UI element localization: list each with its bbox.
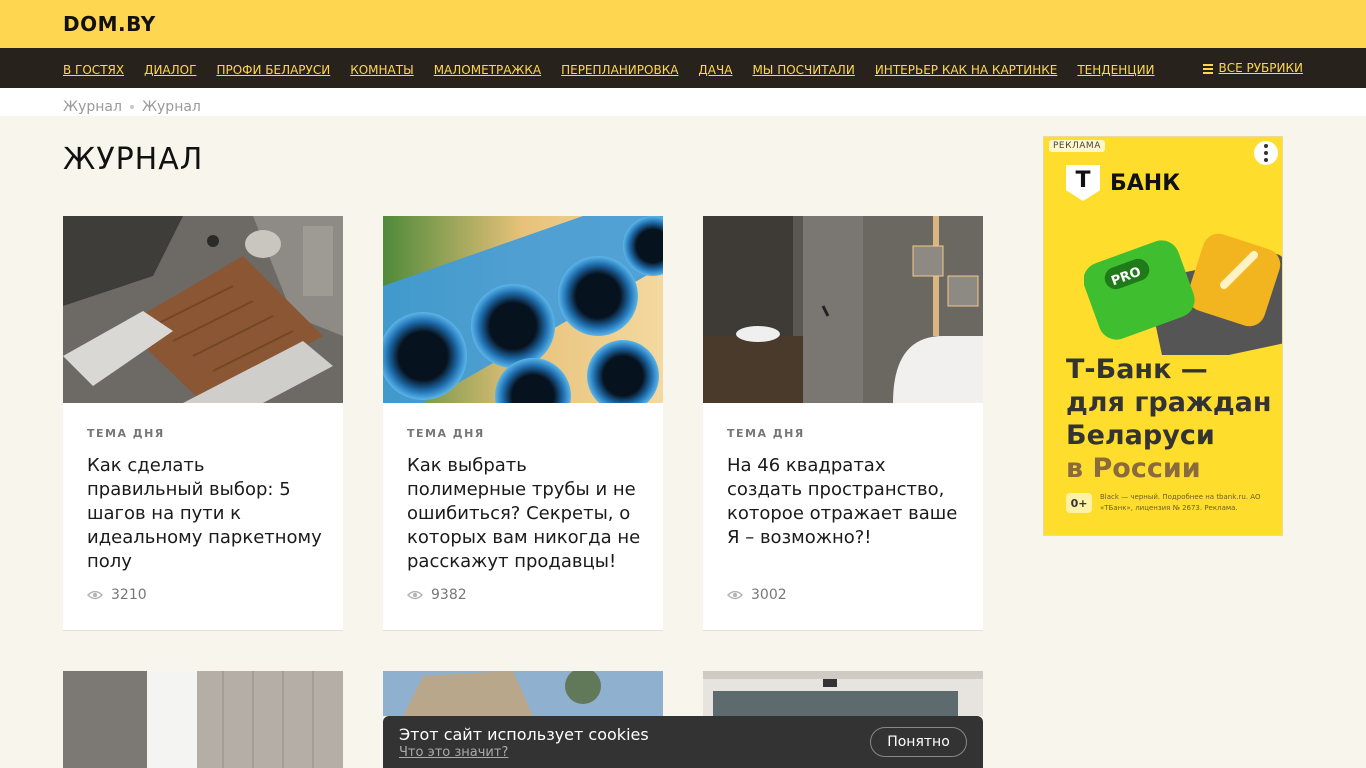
bathroom-photo	[703, 216, 983, 403]
eye-icon	[727, 590, 743, 600]
all-rubrics-label: ВСЕ РУБРИКИ	[1218, 61, 1304, 75]
nav-item-interer[interactable]: ИНТЕРЬЕР КАК НА КАРТИНКЕ	[875, 63, 1058, 77]
nav-item-dacha[interactable]: ДАЧА	[698, 63, 732, 77]
article-image-living-room[interactable]	[63, 216, 343, 403]
all-rubrics-link[interactable]: ВСЕ РУБРИКИ	[1202, 48, 1304, 88]
article-title[interactable]: Как выбрать полимерные трубы и не ошибит…	[407, 454, 643, 574]
ad-headline-accent: в России	[1066, 453, 1201, 484]
nav-item-malometrazhka[interactable]: МАЛОМЕТРАЖКА	[434, 63, 541, 77]
nav-item-profi-belarusi[interactable]: ПРОФИ БЕЛАРУСИ	[216, 63, 330, 77]
cookie-info-link[interactable]: Что это значит?	[399, 745, 508, 760]
eye-icon	[407, 590, 423, 600]
article-card[interactable]: ТЕМА ДНЯ Как сделать правильный выбор: 5…	[63, 216, 343, 631]
article-image-pipes[interactable]	[383, 216, 663, 403]
article-title[interactable]: На 46 квадратах создать пространство, ко…	[727, 454, 963, 550]
living-room-photo	[63, 216, 343, 403]
ad-brand-name: БАНК	[1110, 170, 1181, 196]
article-views: 9382	[407, 587, 467, 603]
breadcrumb-separator	[129, 105, 134, 109]
site-header: DOM.BY	[0, 0, 1366, 48]
nav-item-tendencii[interactable]: ТЕНДЕНЦИИ	[1077, 63, 1154, 77]
article-image-curtains[interactable]	[63, 671, 343, 768]
article-card[interactable]: ТЕМА ДНЯ Как выбрать полимерные трубы и …	[383, 216, 663, 631]
breadcrumb: Журнал Журнал	[63, 99, 201, 115]
article-tag: ТЕМА ДНЯ	[727, 427, 805, 440]
ad-menu-button[interactable]	[1254, 141, 1278, 165]
article-title[interactable]: Как сделать правильный выбор: 5 шагов на…	[87, 454, 323, 574]
curtains-photo	[63, 671, 343, 768]
pipes-photo	[383, 216, 663, 403]
nav-item-komnaty[interactable]: КОМНАТЫ	[350, 63, 413, 77]
article-image-facade[interactable]	[703, 671, 983, 716]
cards-illustration: PRO	[1084, 233, 1282, 355]
main-nav: В ГОСТЯХ ДИАЛОГ ПРОФИ БЕЛАРУСИ КОМНАТЫ М…	[0, 48, 1366, 88]
nav-item-v-gostyah[interactable]: В ГОСТЯХ	[63, 63, 124, 77]
ad-banner[interactable]: РЕКЛАМА Т БАНК PRO Т-Банк — для граждан …	[1043, 136, 1283, 536]
cookie-accept-button[interactable]: Понятно	[870, 727, 967, 757]
facade-photo	[703, 671, 983, 716]
tent-photo	[383, 671, 663, 716]
ad-fine-print: Black — черный. Подробнее на tbank.ru. А…	[1100, 493, 1261, 512]
article-card[interactable]: ТЕМА ДНЯ На 46 квадратах создать простра…	[703, 216, 983, 631]
menu-icon	[1202, 63, 1213, 74]
tbank-logo: Т	[1066, 165, 1100, 201]
article-views: 3002	[727, 587, 787, 603]
article-image-tent[interactable]	[383, 671, 663, 716]
article-tag: ТЕМА ДНЯ	[407, 427, 485, 440]
site-logo[interactable]: DOM.BY	[63, 12, 156, 36]
breadcrumb-item-journal[interactable]: Журнал	[63, 99, 122, 115]
article-image-bathroom[interactable]	[703, 216, 983, 403]
cookie-banner: Этот сайт использует cookies Что это зна…	[383, 716, 983, 768]
breadcrumb-bar: Журнал Журнал	[0, 88, 1366, 116]
eye-icon	[87, 590, 103, 600]
nav-list: В ГОСТЯХ ДИАЛОГ ПРОФИ БЕЛАРУСИ КОМНАТЫ М…	[63, 48, 1155, 88]
views-count: 3002	[751, 587, 787, 603]
views-count: 3210	[111, 587, 147, 603]
ad-brand: Т БАНК	[1066, 165, 1180, 201]
ad-age-rating: 0+	[1066, 493, 1092, 513]
nav-item-dialog[interactable]: ДИАЛОГ	[144, 63, 196, 77]
article-views: 3210	[87, 587, 147, 603]
ad-headline: Т-Банк — для граждан Беларуси в России	[1066, 354, 1272, 484]
page-title: ЖУРНАЛ	[63, 142, 204, 177]
cookie-text: Этот сайт использует cookies	[399, 725, 649, 744]
ad-label: РЕКЛАМА	[1049, 140, 1105, 152]
nav-item-pereplanirovka[interactable]: ПЕРЕПЛАНИРОВКА	[561, 63, 678, 77]
views-count: 9382	[431, 587, 467, 603]
breadcrumb-current: Журнал	[141, 99, 201, 115]
nav-item-my-poschitali[interactable]: МЫ ПОСЧИТАЛИ	[752, 63, 854, 77]
article-tag: ТЕМА ДНЯ	[87, 427, 165, 440]
